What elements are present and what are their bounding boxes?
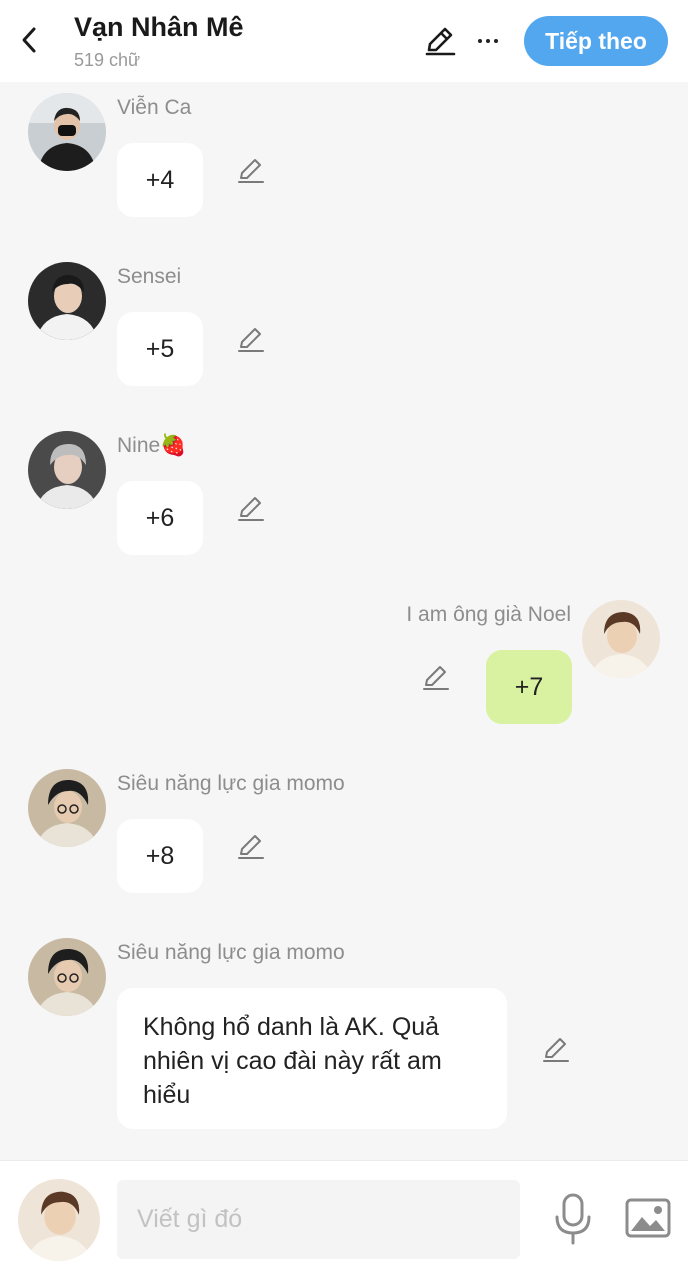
- next-button[interactable]: Tiếp theo: [524, 16, 668, 66]
- top-bar: Vạn Nhân Mê 519 chữ Tiếp theo: [0, 0, 688, 82]
- message-bubble[interactable]: +6: [117, 481, 203, 555]
- message-bubble[interactable]: +4: [117, 143, 203, 217]
- sender-name: Sensei: [117, 265, 182, 288]
- avatar[interactable]: [28, 938, 106, 1016]
- page-title: Vạn Nhân Mê: [74, 12, 244, 42]
- chevron-left-icon: [22, 27, 36, 53]
- message-input[interactable]: [117, 1180, 520, 1259]
- edit-message-button[interactable]: [236, 494, 266, 524]
- sender-name: I am ông già Noel: [406, 603, 571, 626]
- message-bubble[interactable]: +5: [117, 312, 203, 386]
- pencil-icon: [425, 27, 456, 56]
- pencil-icon: [238, 497, 264, 521]
- sender-name: Siêu năng lực gia momo: [117, 941, 345, 964]
- edit-message-button[interactable]: [236, 832, 266, 862]
- edit-message-button[interactable]: [236, 156, 266, 186]
- pencil-icon: [238, 159, 264, 183]
- image-button[interactable]: [624, 1195, 672, 1241]
- message-bubble[interactable]: +8: [117, 819, 203, 893]
- edit-title-button[interactable]: [423, 24, 457, 58]
- pencil-icon: [238, 328, 264, 352]
- pencil-icon: [423, 666, 449, 690]
- microphone-icon: [555, 1193, 591, 1245]
- composer-bar: [0, 1160, 688, 1280]
- current-user-avatar[interactable]: [18, 1179, 100, 1261]
- image-icon: [625, 1198, 671, 1238]
- avatar[interactable]: [28, 93, 106, 171]
- sender-name: Viễn Ca: [117, 96, 192, 119]
- message-bubble[interactable]: +7: [486, 650, 572, 724]
- sender-name: Siêu năng lực gia momo: [117, 772, 345, 795]
- message-bubble[interactable]: Không hổ danh là AK. Quả nhiên vị cao đà…: [117, 988, 507, 1129]
- edit-message-button[interactable]: [421, 663, 451, 693]
- edit-message-button[interactable]: [541, 1035, 571, 1065]
- more-options-button[interactable]: [472, 24, 504, 58]
- pencil-icon: [543, 1038, 569, 1062]
- avatar[interactable]: [28, 262, 106, 340]
- edit-message-button[interactable]: [236, 325, 266, 355]
- back-button[interactable]: [14, 22, 44, 58]
- sender-name: Nine🍓: [117, 434, 187, 457]
- avatar[interactable]: [582, 600, 660, 678]
- avatar[interactable]: [28, 769, 106, 847]
- more-dots-icon: [478, 39, 482, 43]
- pencil-icon: [238, 835, 264, 859]
- word-count: 519 chữ: [74, 50, 141, 70]
- voice-button[interactable]: [550, 1191, 596, 1247]
- avatar[interactable]: [28, 431, 106, 509]
